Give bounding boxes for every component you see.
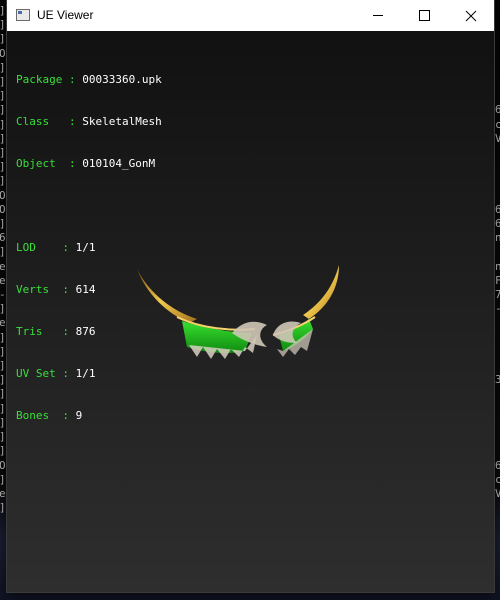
info-separator: : (49, 409, 76, 422)
minimize-button[interactable] (355, 0, 401, 31)
left-horn-shape (137, 269, 197, 323)
info-value: 614 (75, 283, 96, 296)
maximize-icon (418, 10, 430, 21)
window-title: UE Viewer (37, 8, 94, 22)
info-value: 9 (75, 409, 83, 422)
app-window-icon (16, 9, 30, 21)
3d-viewport[interactable]: Package : 00033360.upk Class : SkeletalM… (7, 31, 494, 592)
info-package: Package : 00033360.upk (16, 73, 162, 87)
info-value: 010104_GonM (82, 157, 156, 170)
info-value: 876 (75, 325, 96, 338)
info-separator: : (55, 157, 83, 170)
info-object: Object : 010104_GonM (16, 157, 162, 171)
info-label: LOD (16, 241, 36, 254)
right-horn-shape (303, 265, 339, 319)
ue-viewer-window[interactable]: UE Viewer Package : 00033360.upk Class :… (7, 0, 494, 592)
info-separator: : (49, 283, 76, 296)
info-lod: LOD : 1/1 (16, 241, 162, 255)
info-separator: : (55, 367, 76, 380)
info-separator: : (42, 325, 76, 338)
info-label: Verts (16, 283, 50, 296)
info-separator: : (35, 241, 76, 254)
info-value: 1/1 (75, 241, 96, 254)
info-class: Class : SkeletalMesh (16, 115, 162, 129)
background-console-right: 6 c V 6 6 n n F 7 - 3 6 c V (495, 103, 500, 500)
info-value: SkeletalMesh (82, 115, 162, 128)
mesh-info-overlay: Package : 00033360.upk Class : SkeletalM… (16, 45, 162, 451)
maximize-button[interactable] (401, 0, 447, 31)
info-label: UV Set (16, 367, 56, 380)
close-button[interactable] (448, 0, 494, 31)
skeletal-mesh-render (137, 265, 339, 359)
minimize-icon (373, 15, 383, 16)
background-console-left: ] ] ] O ] ] ] ] ] ] ] ] ] O O ] 6 ] e e … (0, 4, 6, 514)
info-label: Package (16, 73, 63, 86)
info-label: Bones (16, 409, 50, 422)
info-separator: : (49, 115, 83, 128)
info-value: 1/1 (75, 367, 96, 380)
close-icon (465, 10, 477, 21)
title-bar[interactable]: UE Viewer (7, 0, 494, 31)
info-label: Object (16, 157, 56, 170)
info-label: Class (16, 115, 50, 128)
info-bones: Bones : 9 (16, 409, 162, 423)
info-separator: : (62, 73, 83, 86)
info-label: Tris (16, 325, 43, 338)
info-value: 00033360.upk (82, 73, 162, 86)
